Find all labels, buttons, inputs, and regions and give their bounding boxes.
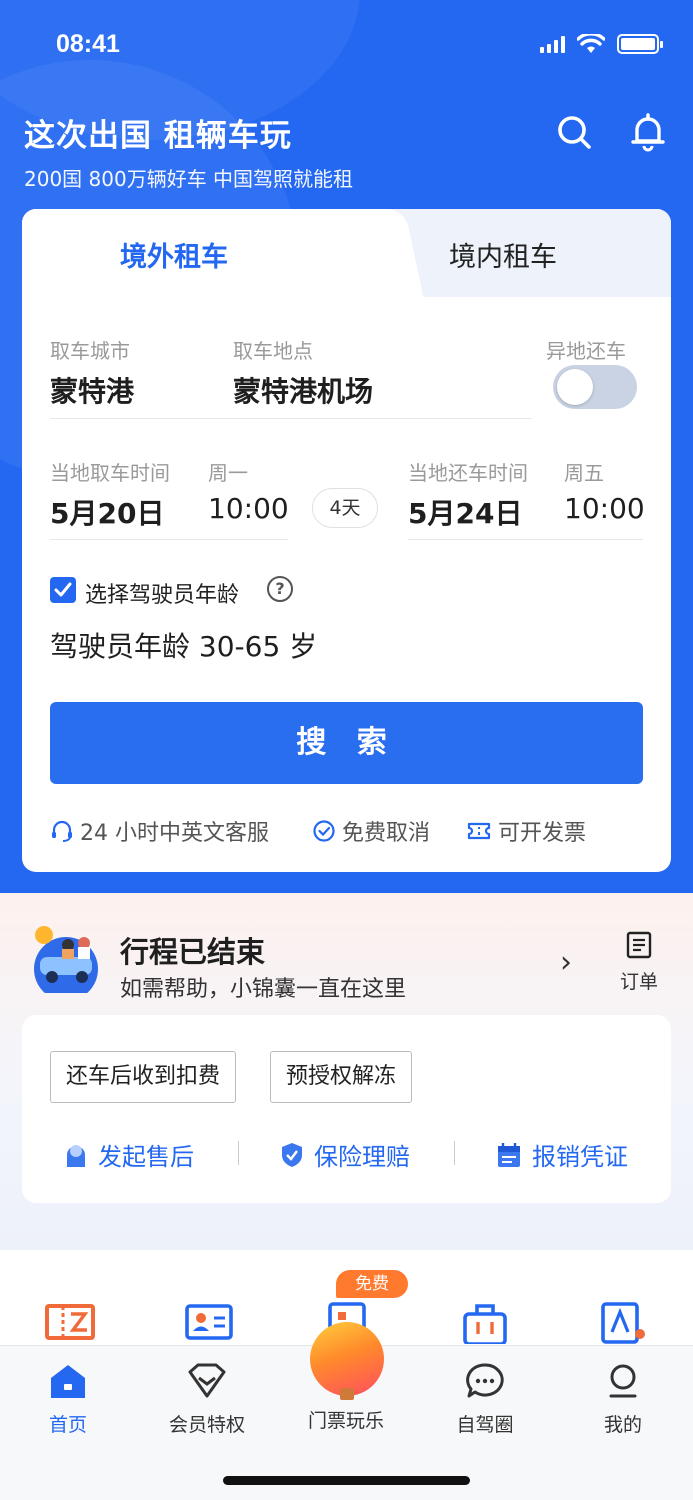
status-bar: 08:41 <box>0 28 693 64</box>
luggage-icon[interactable] <box>460 1300 510 1344</box>
tab-label: 我的 <box>603 1414 642 1436</box>
pickup-time[interactable]: 10:00 <box>208 492 289 525</box>
divider <box>408 539 643 540</box>
divider <box>238 1141 239 1165</box>
feature-support: 24 小时中英文客服 <box>50 815 269 847</box>
feature-label: 免费取消 <box>342 821 431 846</box>
action-label: 报销凭证 <box>532 1143 628 1171</box>
tab-label: 自驾圈 <box>456 1414 514 1436</box>
tab-label: 门票玩乐 <box>307 1410 384 1432</box>
road-trip-illustration-icon <box>34 926 98 993</box>
driver-age-text[interactable]: 驾驶员年龄 30-65 岁 <box>50 625 317 665</box>
tab-overseas-label[interactable]: 境外租车 <box>120 235 228 274</box>
page-title: 这次出国 租辆车玩 <box>24 118 292 154</box>
orders-button[interactable]: 订单 <box>614 931 664 994</box>
feature-cancel: 免费取消 <box>312 815 430 847</box>
tab-home[interactable]: 首页 <box>18 1362 118 1437</box>
tab-self-drive[interactable]: 自驾圈 <box>435 1362 535 1437</box>
chat-icon <box>466 1363 504 1398</box>
diff-return-label: 异地还车 <box>546 339 626 363</box>
home-indicator <box>223 1476 470 1485</box>
pickup-location-value[interactable]: 蒙特港机场 <box>233 370 373 410</box>
trip-status-title: 行程已结束 <box>120 935 266 969</box>
trip-status-subtitle: 如需帮助，小锦囊一直在这里 <box>120 977 407 1002</box>
divider <box>50 539 288 540</box>
check-circle-icon <box>313 820 335 842</box>
status-time: 08:41 <box>56 30 120 58</box>
diamond-icon <box>188 1363 226 1398</box>
search-icon[interactable] <box>554 112 594 152</box>
chevron-right-icon[interactable]: › <box>560 945 572 980</box>
return-weekday: 周五 <box>564 461 604 485</box>
headset-icon <box>52 820 72 842</box>
home-icon <box>51 1365 85 1398</box>
tab-label: 首页 <box>48 1414 87 1436</box>
return-date[interactable]: 5月24日 <box>408 492 522 532</box>
pickup-weekday: 周一 <box>208 461 248 485</box>
age-checkbox-label[interactable]: 选择驾驶员年龄 <box>85 577 239 609</box>
divider <box>454 1141 455 1165</box>
receipt-icon <box>498 1142 520 1167</box>
list-icon <box>626 931 652 959</box>
trip-status-section: 行程已结束 如需帮助，小锦囊一直在这里 › 订单 还车后收到扣费 预授权解冻 发… <box>0 893 693 1250</box>
rental-duration-badge: 4天 <box>312 488 378 528</box>
pickup-location-label: 取车地点 <box>233 339 313 363</box>
rental-search-card: 境外租车 境内租车 取车城市 蒙特港 取车地点 蒙特港机场 异地还车 当地取车时… <box>22 209 671 872</box>
action-label: 发起售后 <box>98 1143 194 1171</box>
bell-icon[interactable] <box>628 112 668 152</box>
service-icon <box>67 1144 85 1167</box>
ticket-icon[interactable] <box>45 1300 95 1344</box>
help-icon[interactable]: ? <box>267 576 293 602</box>
pill-preauth-release[interactable]: 预授权解冻 <box>270 1051 413 1103</box>
user-icon <box>609 1364 637 1398</box>
age-checkbox[interactable] <box>50 577 76 603</box>
feature-invoice: 可开发票 <box>466 815 586 847</box>
shield-icon <box>282 1142 302 1167</box>
wifi-icon <box>577 34 605 53</box>
after-sales-card: 还车后收到扣费 预授权解冻 发起售后 保险理赔 报销凭证 <box>22 1015 671 1203</box>
search-button[interactable]: 搜 索 <box>50 702 643 784</box>
battery-icon <box>617 34 663 54</box>
signal-icon <box>540 35 565 53</box>
orders-label: 订单 <box>619 971 658 993</box>
action-after-sales[interactable]: 发起售后 <box>64 1137 194 1172</box>
hero-header: 08:41 这次出国 租辆车玩 200国 800万辆好车 中国驾照就能租 境外租… <box>0 0 693 893</box>
action-insurance-claim[interactable]: 保险理赔 <box>280 1137 410 1172</box>
id-card-icon[interactable] <box>184 1300 234 1344</box>
tab-domestic[interactable]: 境内租车 <box>449 235 557 274</box>
tab-profile[interactable]: 我的 <box>573 1362 673 1437</box>
action-label: 保险理赔 <box>314 1143 410 1171</box>
pickup-time-label: 当地取车时间 <box>50 461 170 485</box>
return-time[interactable]: 10:00 <box>564 492 645 525</box>
pickup-city-value[interactable]: 蒙特港 <box>50 370 134 410</box>
divider <box>50 418 532 419</box>
action-reimbursement[interactable]: 报销凭证 <box>496 1137 628 1172</box>
translate-icon[interactable] <box>600 1300 650 1344</box>
hot-air-balloon-icon[interactable] <box>310 1322 384 1400</box>
tab-label: 会员特权 <box>168 1414 245 1436</box>
feature-label: 24 小时中英文客服 <box>80 821 269 846</box>
feature-label: 可开发票 <box>498 821 587 846</box>
pickup-city-label: 取车城市 <box>50 339 130 363</box>
tab-membership[interactable]: 会员特权 <box>157 1362 257 1437</box>
free-badge: 免费 <box>336 1270 408 1298</box>
page-subtitle: 200国 800万辆好车 中国驾照就能租 <box>24 167 354 191</box>
return-time-label: 当地还车时间 <box>408 461 528 485</box>
ticket-icon <box>467 822 491 840</box>
tab-bar: 境外租车 境内租车 <box>22 209 671 297</box>
pickup-date[interactable]: 5月20日 <box>50 492 164 532</box>
pill-deduction[interactable]: 还车后收到扣费 <box>50 1051 237 1103</box>
diff-return-toggle[interactable] <box>553 365 637 409</box>
